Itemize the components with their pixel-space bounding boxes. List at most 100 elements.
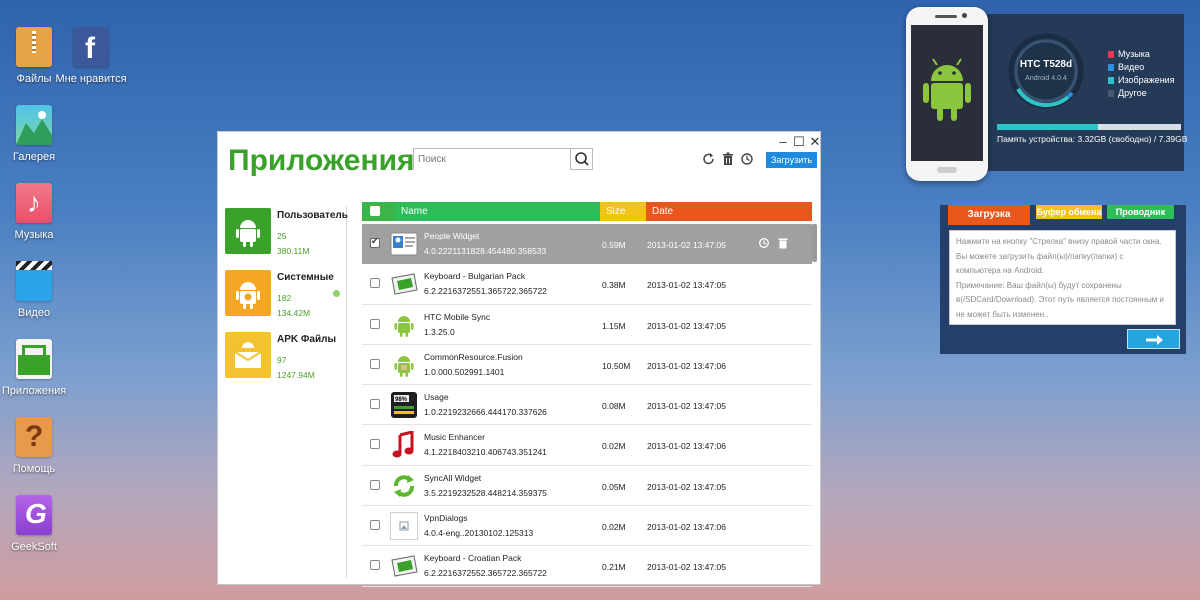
header-select-all[interactable] [362,202,395,221]
table-row[interactable]: Keyboard - Bulgarian Pack 6.2.2216372551.… [362,264,812,305]
category-apk[interactable]: APK Файлы 97 1247.94M [223,332,347,392]
row-checkbox[interactable] [370,399,380,410]
tab-upload[interactable]: Загрузка [948,205,1030,225]
desktop-icon-label: Галерея [12,151,56,163]
select-all-checkbox[interactable] [370,206,380,216]
minimize-button[interactable]: – [776,134,790,149]
app-version: 1.0.2219232666.444170.337626 [424,407,547,418]
app-date: 2013-01-02 13:47:05 [647,562,726,573]
table-row[interactable]: HTC Mobile Sync 1.3.25.0 1.15M 2013-01-02 1… [362,305,812,345]
app-name: Keyboard - Bulgarian Pack [424,271,526,282]
legend-swatch [1108,51,1114,58]
phone-image [906,7,988,181]
music-note-icon [390,430,418,459]
search-input[interactable] [414,149,570,170]
maximize-button[interactable]: ☐ [792,134,806,150]
app-size: 0.59M [602,240,626,250]
app-name: Music Enhancer [424,432,485,443]
app-size: 10.50M [602,360,631,371]
history-icon[interactable] [740,152,754,166]
people-widget-icon [390,230,418,258]
category-count: 97 [277,355,287,365]
help-icon: ? [16,417,52,457]
legend-images: Изображения [1108,75,1175,85]
row-checkbox[interactable] [370,520,380,531]
table-body: People Widget 4.0.2221131828.454480.35853… [362,224,812,587]
desktop-icon-apps[interactable]: Приложения [0,339,74,397]
storage-ring-chart [1008,33,1084,109]
table-header: Name Size Date [362,202,812,221]
row-checkbox[interactable] [370,560,380,571]
header-name[interactable]: Name [395,202,600,221]
category-user[interactable]: Пользователь 25 380.11M [223,208,348,268]
row-checkbox[interactable] [370,236,380,248]
header-size[interactable]: Size [600,202,646,221]
upload-button[interactable]: Загрузить [766,152,817,168]
app-size: 0.21M [602,562,626,573]
desktop-icon-label: GeekSoft [11,541,57,553]
app-size: 0.02M [602,441,626,452]
table-row[interactable]: SyncAll Widget 3.5.2219232528.448214.3593… [362,466,812,507]
legend-video: Видео [1108,62,1144,72]
desktop-icon-label: Помощь [12,463,56,475]
sync-icon [390,472,418,500]
row-checkbox[interactable] [370,479,380,490]
legend-music: Музыка [1108,49,1150,59]
app-size: 0.02M [602,522,626,533]
gallery-icon [16,105,52,145]
restore-icon[interactable] [758,237,770,249]
desktop-icon-help[interactable]: ? Помощь [0,417,74,475]
category-name: Системные [277,272,334,283]
keyboard-icon [390,270,418,298]
scrollbar-thumb[interactable] [812,224,817,262]
tab-clipboard[interactable]: Буфер обмена [1036,205,1102,219]
category-name: APK Файлы [277,334,337,345]
app-date: 2013-01-02 13:47:05 [647,481,726,492]
row-checkbox[interactable] [370,358,380,369]
delete-icon[interactable] [777,237,789,249]
apps-window: – ☐ ✕ Приложения Загрузить Пользователь … [217,131,822,587]
app-name: HTC Mobile Sync [424,311,491,322]
table-row[interactable]: Music Enhancer 4.1.2218403210.406743.3512… [362,425,812,466]
desktop-icon-label: Приложения [1,385,67,397]
app-date: 2013-01-02 13:47:05 [647,320,726,331]
app-name: Keyboard - Croatian Pack [424,553,522,564]
category-system[interactable]: Системные 182 134.42M [223,270,347,330]
upload-arrow-button[interactable] [1127,329,1180,349]
desktop-icon-video[interactable]: Видео [0,261,74,319]
desktop-icon-likes[interactable]: f Мне нравится [51,27,131,85]
row-checkbox[interactable] [370,278,380,289]
broken-image-icon [390,512,418,541]
table-row[interactable]: People Widget 4.0.2221131828.454480.35853… [362,224,812,265]
close-button[interactable]: ✕ [808,134,822,150]
page-title: Приложения [228,144,415,177]
app-name: Usage [424,392,449,403]
device-os: Android 4.0.4 [1025,75,1067,82]
table-row[interactable]: Keyboard - Croatian Pack 6.2.2216372552.3… [362,546,812,587]
desktop-icon-music[interactable]: ♪ Музыка [0,183,74,241]
row-checkbox[interactable] [370,318,380,329]
app-date: 2013-01-02 13:47:05 [647,401,726,412]
geeksoft-icon: G [16,495,52,535]
table-row[interactable]: 98% Usage 1.0.2219232666.444170.337626 0.08… [362,385,812,426]
search-icon[interactable] [570,149,592,169]
legend-swatch [1108,77,1114,84]
refresh-icon[interactable] [702,152,716,166]
app-version: 4.0.2221131828.454480.358533 [424,246,547,256]
phone-home-button [937,167,957,173]
tab-explorer[interactable]: Проводник [1107,205,1174,219]
row-checkbox[interactable] [370,439,380,450]
svg-text:98%: 98% [395,397,408,403]
app-version: 1.3.25.0 [424,326,455,337]
trash-icon[interactable] [721,152,735,166]
device-name: HTC T528d [1019,59,1073,70]
table-row[interactable]: VpnDialogs 4.0.4-eng..20130102.125313 0.02… [362,506,812,547]
android-icon [390,311,418,339]
desktop-icon-gallery[interactable]: Галерея [0,105,74,163]
desktop-icon-geeksoft[interactable]: G GeekSoft [0,495,74,553]
table-row[interactable]: CommonResource.Fusion 1.0.000.502991.1401… [362,345,812,386]
phone-camera [962,13,967,18]
header-date[interactable]: Date [646,202,812,221]
app-version: 6.2.2216372551.365722.365722 [424,286,547,297]
app-size: 0.38M [602,280,626,291]
